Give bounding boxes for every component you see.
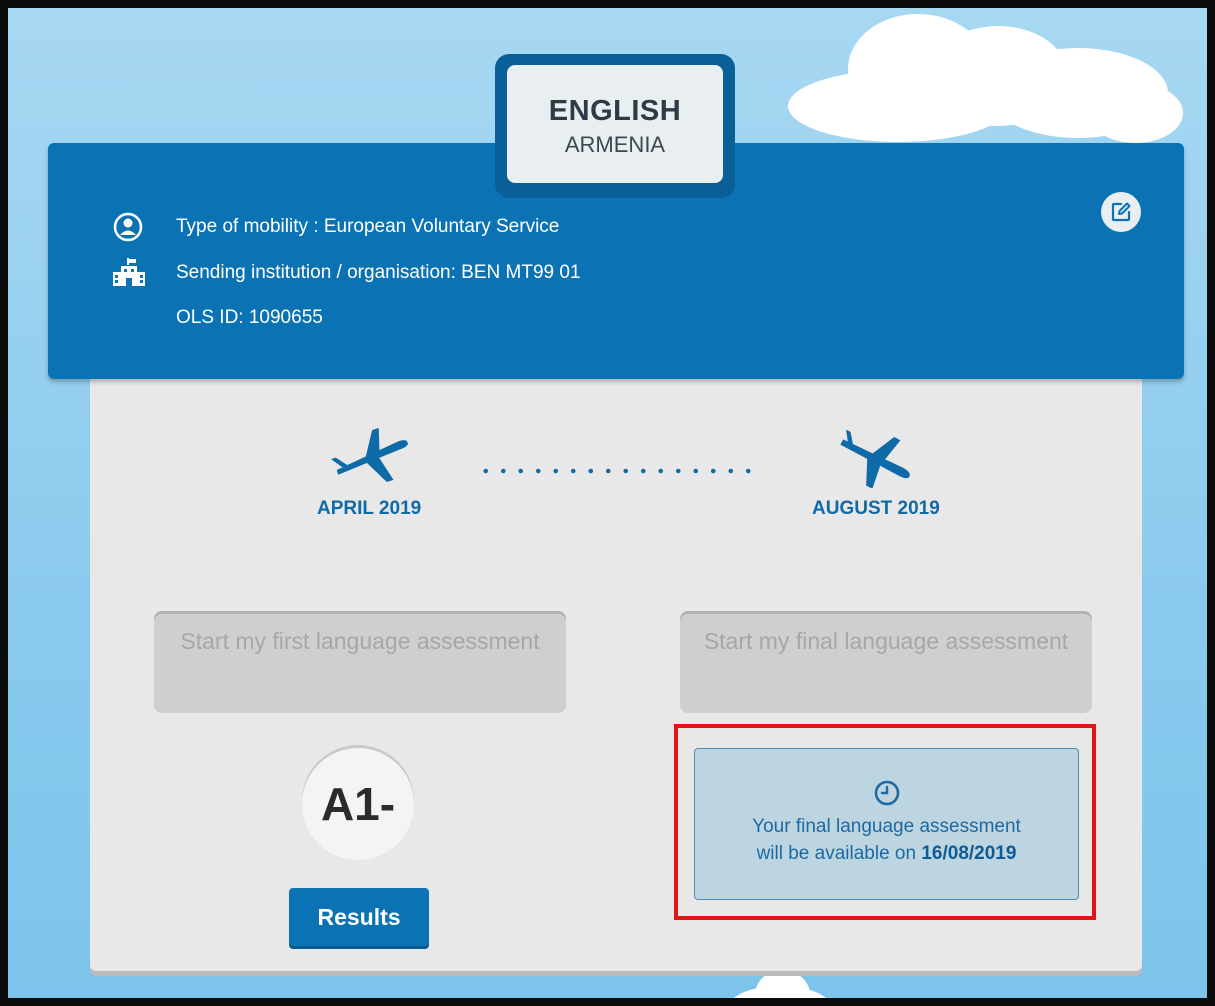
plane-landing-icon bbox=[840, 429, 910, 488]
user-circle-icon bbox=[112, 212, 146, 242]
notice-text-wrap: Your final language assessment will be a… bbox=[737, 813, 1037, 867]
notice-date: 16/08/2019 bbox=[921, 843, 1017, 864]
language-name: ENGLISH bbox=[548, 95, 682, 127]
cloud-decoration bbox=[778, 8, 1198, 158]
language-tab: ENGLISH ARMENIA bbox=[507, 65, 723, 183]
clock-icon bbox=[874, 780, 899, 806]
sending-institution: Sending institution / organisation: BEN … bbox=[176, 262, 581, 283]
timeline-dots bbox=[477, 466, 762, 476]
end-date: AUGUST 2019 bbox=[812, 498, 940, 519]
results-button[interactable]: Results bbox=[289, 888, 429, 946]
start-first-assessment-button[interactable]: Start my first language assessment bbox=[154, 611, 566, 713]
start-date: APRIL 2019 bbox=[317, 498, 422, 519]
start-final-assessment-button[interactable]: Start my final language assessment bbox=[680, 611, 1092, 713]
final-assessment-notice: Your final language assessment will be a… bbox=[694, 748, 1079, 900]
plane-takeoff-icon bbox=[331, 428, 408, 483]
ols-id: OLS ID: 1090655 bbox=[176, 307, 323, 328]
institution-building-icon bbox=[112, 258, 146, 288]
level-badge: A1- bbox=[302, 748, 414, 860]
ols-id-row: OLS ID: 1090655 bbox=[112, 303, 323, 333]
mobility-type: Type of mobility : European Voluntary Se… bbox=[176, 216, 560, 237]
edit-button[interactable] bbox=[1101, 192, 1141, 232]
institution-row: Sending institution / organisation: BEN … bbox=[112, 258, 581, 288]
edit-icon bbox=[1111, 202, 1131, 222]
language-country: ARMENIA bbox=[564, 132, 666, 157]
page-frame: ENGLISH ARMENIA Type of mobility : Europ… bbox=[0, 0, 1215, 1006]
cloud-decoration-bottom bbox=[730, 968, 840, 998]
mobility-type-row: Type of mobility : European Voluntary Se… bbox=[112, 212, 559, 242]
